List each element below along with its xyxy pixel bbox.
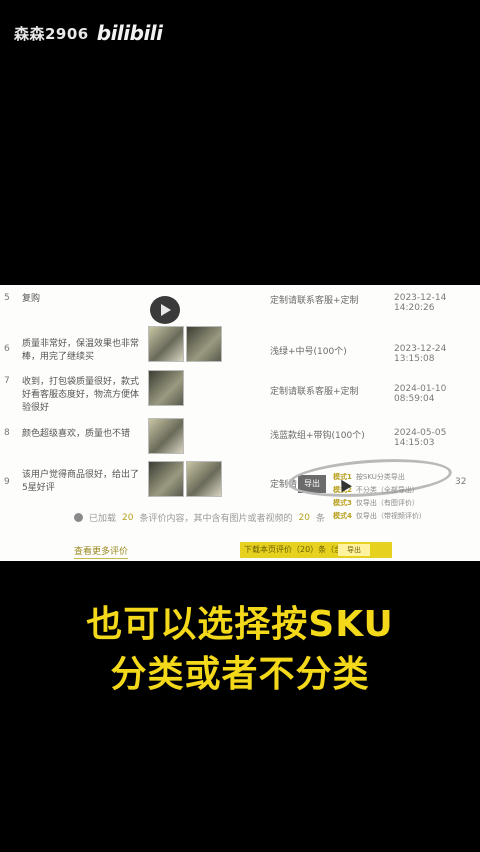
row-index: 6 (4, 344, 10, 354)
video-caption: 也可以选择按SKU 分类或者不分类 (0, 600, 480, 700)
export-inner-button[interactable]: 导出 (338, 544, 370, 556)
caption-line-2: 分类或者不分类 (110, 654, 370, 695)
download-reviews-label: 下载本页评价（20）条（含） (244, 545, 351, 554)
dropdown-option-mode3[interactable]: 模式3 仅导出（有图评价） (333, 496, 443, 509)
review-time: 2024-05-05 14:15:03 (394, 428, 447, 448)
review-text: 复购 (22, 294, 41, 304)
bilibili-logo: bilibili (96, 21, 163, 45)
uploader-name: 森森2906 (14, 24, 89, 43)
caption-line-1: 也可以选择按SKU (86, 604, 394, 645)
review-time: 2024-01-10 08:59:04 (394, 384, 447, 404)
review-text: 该用户觉得商品很好，给出了5星好评 (22, 470, 140, 493)
sku-text: 定制请联系客服+定制 (270, 296, 359, 306)
download-reviews-button[interactable]: 下载本页评价（20）条（含） 导出 (240, 542, 392, 558)
video-watermark: 森森2906 bilibili (14, 20, 163, 46)
video-play-icon[interactable] (150, 296, 180, 324)
sku-text: 浅绿+中号(100个) (270, 347, 347, 357)
sku-text: 浅蓝款组+带钩(100个) (270, 431, 365, 441)
review-image-thumbnail[interactable] (148, 326, 184, 362)
view-more-button[interactable]: 查看更多评价 (74, 544, 129, 559)
review-image-thumbnail[interactable] (148, 370, 184, 406)
sku-text: 定制请联系客服+定制 (270, 387, 359, 397)
review-time: 2023-12-14 14:20:26 (394, 293, 447, 313)
screen-recording: 5 复购 定制请联系客服+定制 2023-12-14 14:20:26 6 质量… (0, 285, 480, 561)
review-time: 32 (455, 477, 467, 487)
review-text: 颜色超级喜欢，质量也不错 (22, 429, 131, 439)
dropdown-option-mode4[interactable]: 模式4 仅导出（带视频评价） (333, 509, 443, 522)
review-text: 收到，打包袋质量很好，款式好看客服态度好，物流方便体验很好 (22, 377, 140, 413)
table-row: 7 收到，打包袋质量很好，款式好看客服态度好，物流方便体验很好 定制请联系客服+… (0, 370, 480, 422)
row-index: 8 (4, 428, 10, 438)
row-index: 9 (4, 477, 10, 487)
load-notice: 已加载 20 条评价内容，其中含有图片或者视频的 20 条 (74, 511, 325, 524)
row-index: 5 (4, 293, 10, 303)
review-text: 质量非常好，保温效果也非常棒，用完了继续买 (22, 339, 140, 362)
review-image-thumbnail[interactable] (148, 461, 184, 497)
review-time: 2023-12-24 13:15:08 (394, 344, 447, 364)
review-image-thumbnail[interactable] (186, 461, 222, 497)
row-index: 7 (4, 376, 10, 386)
table-row: 5 复购 定制请联系客服+定制 2023-12-14 14:20:26 (0, 293, 480, 339)
review-image-thumbnail[interactable] (186, 326, 222, 362)
review-image-thumbnail[interactable] (148, 418, 184, 454)
info-icon (74, 513, 83, 522)
